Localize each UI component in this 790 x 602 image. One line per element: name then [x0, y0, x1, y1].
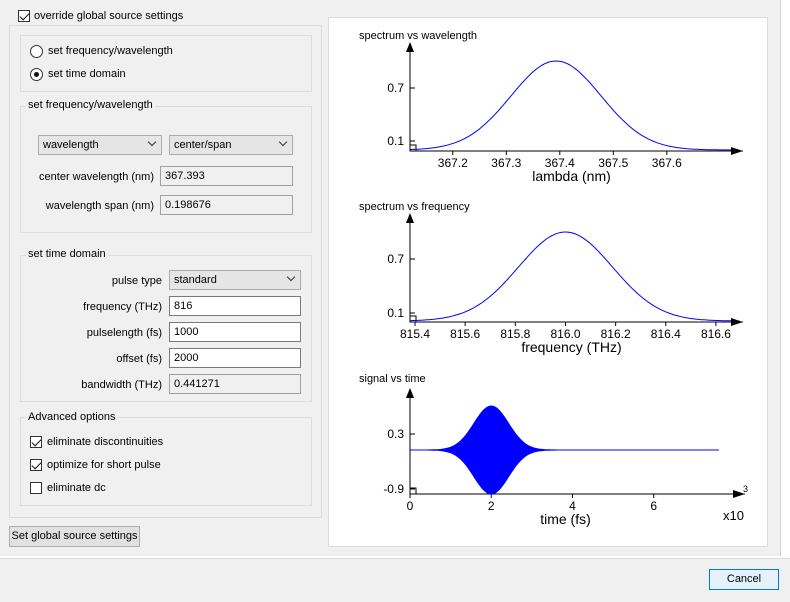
x-tick-label: 2: [488, 499, 495, 513]
offset-label: offset (fs): [116, 353, 162, 365]
chevron-down-icon: [278, 137, 288, 147]
wavelength-select-value: wavelength: [43, 139, 99, 151]
x-tick-label: 816.6: [701, 327, 731, 341]
y-axis-arrow: [406, 213, 414, 223]
center-span-select-value: center/span: [174, 139, 232, 151]
bandwidth-value: 0.441271: [174, 378, 220, 390]
advanced-option-label: eliminate discontinuities: [47, 436, 164, 448]
x-axis-label: time (fs): [540, 511, 591, 527]
x-tick-label: 815.6: [450, 327, 480, 341]
center-wavelength-label: center wavelength (nm): [39, 171, 154, 183]
pulselength-value: 1000: [174, 326, 199, 338]
wavelength-span-field[interactable]: 0.198676: [160, 195, 293, 215]
bandwidth-label: bandwidth (THz): [81, 379, 162, 391]
override-label: override global source settings: [34, 10, 184, 22]
origin-marker: [409, 144, 417, 152]
offset-value: 2000: [174, 352, 199, 364]
freq-wavelength-group-title: set frequency/wavelength: [26, 99, 155, 111]
pulselength-label: pulselength (fs): [86, 327, 162, 339]
x-tick-label: 0: [407, 499, 414, 513]
y-tick-label: 0.7: [387, 252, 404, 266]
x-tick-label: 815.4: [400, 327, 430, 341]
wavelength-span-label: wavelength span (nm): [45, 200, 154, 212]
x-scale-label: x10: [723, 508, 744, 523]
advanced-option-checkbox[interactable]: [30, 482, 42, 494]
offset-field[interactable]: 2000: [169, 348, 301, 368]
set-frequency-radio[interactable]: [30, 45, 43, 58]
y-tick-label: 0.7: [387, 81, 404, 95]
override-checkbox[interactable]: [18, 10, 30, 22]
frequency-field[interactable]: 816: [169, 296, 301, 316]
x-scale-exponent: 3: [743, 484, 748, 494]
frequency-label: frequency (THz): [83, 301, 162, 313]
pulse-type-value: standard: [174, 274, 217, 286]
advanced-option-checkbox[interactable]: [30, 436, 42, 448]
chart-title: signal vs time: [359, 373, 426, 385]
x-tick-label: 6: [650, 499, 657, 513]
wavelength-select[interactable]: wavelength: [38, 135, 162, 155]
chart-title: spectrum vs frequency: [359, 201, 470, 213]
advanced-option-label: optimize for short pulse: [47, 459, 161, 471]
pulse-type-label: pulse type: [111, 275, 162, 287]
y-tick-label: 0.3: [387, 427, 404, 441]
y-axis-arrow: [406, 388, 414, 398]
plots-svg: spectrum vs wavelength0.10.7367.2 367.3 36…: [359, 30, 748, 527]
spectrum-curve: [410, 231, 731, 322]
set-frequency-label: set frequency/wavelength: [48, 45, 173, 57]
y-tick-label: 0.1: [387, 306, 404, 320]
center-wavelength-field[interactable]: 367.393: [160, 166, 293, 186]
pulselength-field[interactable]: 1000: [169, 322, 301, 342]
set-global-source-settings-button[interactable]: Set global source settings: [9, 526, 140, 547]
mode-group: [20, 35, 312, 92]
y-tick-label: 0.1: [387, 134, 404, 148]
x-axis-label: lambda (nm): [532, 168, 611, 184]
set-time-domain-radio[interactable]: [30, 68, 43, 81]
dialog-panel: override global source settings set freq…: [0, 0, 781, 556]
y-axis-arrow: [406, 42, 414, 52]
center-wavelength-value: 367.393: [165, 170, 205, 182]
chevron-down-icon: [286, 272, 296, 282]
x-axis-label: frequency (THz): [521, 339, 621, 355]
x-tick-label: 367.6: [652, 156, 682, 170]
x-tick-label: 816.4: [651, 327, 681, 341]
wavelength-span-value: 0.198676: [165, 199, 211, 211]
set-time-domain-label: set time domain: [48, 68, 126, 80]
plot-area: spectrum vs wavelength 0.1 0.7 367.2 367.3 36…: [328, 17, 768, 547]
spectrum-curve: [410, 60, 732, 151]
frequency-value: 816: [174, 300, 193, 312]
advanced-option-label: eliminate dc: [47, 482, 106, 494]
x-tick-label: 367.3: [491, 156, 521, 170]
bandwidth-field[interactable]: 0.441271: [169, 374, 301, 394]
advanced-options-title: Advanced options: [26, 411, 118, 423]
x-axis-arrow: [731, 147, 743, 155]
advanced-option-checkbox[interactable]: [30, 459, 42, 471]
chevron-down-icon: [147, 137, 157, 147]
dialog-footer: Cancel: [0, 558, 790, 602]
x-tick-label: 367.2: [438, 156, 468, 170]
time-domain-group-title: set time domain: [26, 248, 108, 260]
x-axis-arrow: [731, 318, 743, 326]
pulse-type-select[interactable]: standard: [169, 270, 301, 290]
y-tick-label: -0.9: [383, 482, 404, 496]
chart-title: spectrum vs wavelength: [359, 30, 477, 42]
cancel-button[interactable]: Cancel: [709, 569, 779, 590]
center-span-select[interactable]: center/span: [169, 135, 293, 155]
